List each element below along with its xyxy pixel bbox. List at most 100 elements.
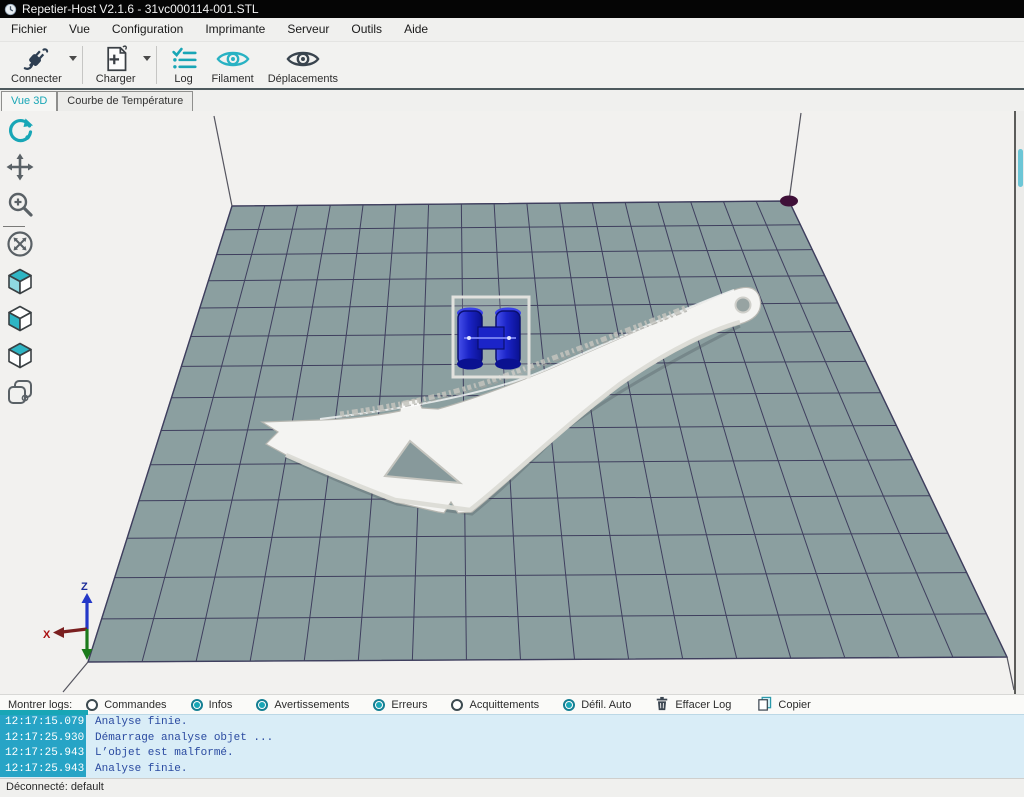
- fit-view-tool[interactable]: [3, 228, 37, 265]
- log-entry-time: 12:17:15.079: [0, 715, 86, 731]
- toolbar-deplacements-button[interactable]: Déplacements: [261, 42, 345, 88]
- scene-3d[interactable]: Z X: [40, 111, 1015, 694]
- radio-indicator-icon: [256, 698, 269, 711]
- toggle-label: Erreurs: [391, 698, 428, 711]
- log-entry-message: Analyse finie.: [95, 762, 188, 775]
- copy-icon: [757, 696, 772, 714]
- titlebar: Repetier-Host V2.1.6 - 31vc000114-001.ST…: [0, 0, 1024, 18]
- show-objects-tool[interactable]: [3, 376, 37, 413]
- toolbar-button-label: Charger: [95, 73, 136, 85]
- menu-outils[interactable]: Outils: [340, 18, 393, 41]
- log-entry-time: 12:17:25.943: [0, 746, 86, 762]
- objects-icon: [6, 378, 34, 411]
- fit-view-icon: [6, 230, 34, 263]
- main-toolbar: Connecter Charger Log Filament Déplacements: [0, 42, 1024, 88]
- log-entry-row: 12:17:15.079 Analyse finie.: [0, 715, 1024, 731]
- log-toggle-commandes[interactable]: Commandes: [86, 698, 167, 711]
- tools-separator: [3, 226, 25, 227]
- app-icon: [4, 3, 17, 16]
- trash-icon: [655, 696, 669, 714]
- axis-x-label: X: [43, 629, 51, 641]
- connection-status: Déconnecté: default: [6, 781, 104, 793]
- statusbar: Déconnecté: default: [0, 778, 1024, 797]
- toolbar-log-button[interactable]: Log: [163, 42, 205, 88]
- log-toggle-avertissements[interactable]: Avertissements: [256, 698, 349, 711]
- viewport-3d[interactable]: Z X: [40, 111, 1015, 694]
- toolbar-button-label: Déplacements: [267, 73, 339, 85]
- model-hole: [734, 296, 752, 314]
- log-toggle-acquittements[interactable]: Acquittements: [451, 698, 540, 711]
- toolbar-connecter-dropdown-arrow-icon[interactable]: [68, 42, 80, 88]
- action-label: Copier: [778, 698, 811, 711]
- toolbar-button-label: Log: [174, 73, 193, 85]
- log-entry-time: 12:17:25.943: [0, 761, 86, 777]
- main-area: Z X: [0, 111, 1024, 694]
- toolbar-separator: [155, 46, 157, 84]
- toggle-label: Commandes: [104, 698, 167, 711]
- window-title: Repetier-Host V2.1.6 - 31vc000114-001.ST…: [22, 2, 259, 16]
- menu-serveur[interactable]: Serveur: [276, 18, 340, 41]
- tab-vue-3d[interactable]: Vue 3D: [1, 91, 58, 111]
- view-tools-panel: [0, 111, 40, 694]
- toggle-label: Acquittements: [469, 698, 540, 711]
- toolbar-charger-button[interactable]: Charger: [89, 42, 143, 88]
- filament-eye-icon: [216, 45, 250, 73]
- log-action-copier-button[interactable]: Copier: [757, 696, 811, 714]
- menu-vue[interactable]: Vue: [58, 18, 101, 41]
- model-object-selected[interactable]: [451, 295, 531, 379]
- toolbar-button-label: Filament: [211, 73, 254, 85]
- log-entry-message: Analyse finie.: [95, 716, 188, 728]
- log-entry-row: 12:17:25.943 L’objet est malformé.: [0, 746, 1024, 762]
- radio-indicator-icon: [373, 698, 386, 711]
- axis-z-label: Z: [81, 581, 88, 593]
- radio-indicator-icon: [190, 698, 203, 711]
- menu-aide[interactable]: Aide: [393, 18, 439, 41]
- log-toolbar: Montrer logs: Commandes Infos Avertissement…: [0, 694, 1024, 715]
- toolbar-button-label: Connecter: [11, 73, 62, 85]
- rotate-icon: [6, 116, 34, 149]
- zoom-view-tool[interactable]: [3, 188, 37, 225]
- tabbar: Vue 3D Courbe de Température: [0, 90, 1024, 111]
- log-area[interactable]: 12:17:15.079 Analyse finie. 12:17:25.930 Dé…: [0, 714, 1024, 778]
- move-icon: [6, 153, 34, 186]
- cube-top-icon: [6, 341, 34, 374]
- menu-configuration[interactable]: Configuration: [101, 18, 194, 41]
- toggle-label: Infos: [208, 698, 233, 711]
- checklist-icon: [170, 45, 198, 73]
- origin-marker: [780, 195, 798, 207]
- zoom-icon: [6, 190, 34, 223]
- top-view-tool[interactable]: [3, 339, 37, 376]
- log-toggle-infos[interactable]: Infos: [190, 698, 233, 711]
- menubar: Fichier Vue Configuration Imprimante Serveur…: [0, 18, 1024, 42]
- log-filter-label: Montrer logs:: [8, 698, 73, 711]
- log-action-effacer-log-button[interactable]: Effacer Log: [655, 696, 731, 714]
- log-toggle-erreurs[interactable]: Erreurs: [373, 698, 428, 711]
- log-entry-message: Démarrage analyse objet ...: [95, 731, 274, 744]
- log-entry-message: L’objet est malformé.: [95, 747, 234, 759]
- isometric-view-tool[interactable]: [3, 265, 37, 302]
- toolbar-charger-dropdown-arrow-icon[interactable]: [142, 42, 154, 88]
- radio-indicator-icon: [563, 698, 576, 711]
- log-entry-row: 12:17:25.943 Analyse finie.: [0, 761, 1024, 777]
- cube-iso-icon: [6, 267, 34, 300]
- toolbar-connecter-button[interactable]: Connecter: [4, 42, 69, 88]
- radio-indicator-icon: [86, 698, 99, 711]
- rotate-view-tool[interactable]: [3, 114, 37, 151]
- panel-splitter[interactable]: [1014, 111, 1024, 694]
- toolbar-filament-button[interactable]: Filament: [205, 42, 261, 88]
- log-filter-accent-bar: [0, 710, 88, 715]
- radio-indicator-icon: [451, 698, 464, 711]
- menu-imprimante[interactable]: Imprimante: [194, 18, 276, 41]
- cube-front-icon: [6, 304, 34, 337]
- log-toggle-defil-auto[interactable]: Défil. Auto: [563, 698, 632, 711]
- splitter-handle[interactable]: [1018, 149, 1023, 187]
- front-view-tool[interactable]: [3, 302, 37, 339]
- plug-icon: [21, 45, 51, 73]
- move-view-tool[interactable]: [3, 151, 37, 188]
- add-document-icon: [103, 45, 129, 73]
- menu-fichier[interactable]: Fichier: [0, 18, 58, 41]
- tab-courbe-de-temperature[interactable]: Courbe de Température: [57, 91, 194, 111]
- toggle-label: Défil. Auto: [581, 698, 632, 711]
- log-entry-time: 12:17:25.930: [0, 730, 86, 746]
- movements-eye-icon: [286, 45, 320, 73]
